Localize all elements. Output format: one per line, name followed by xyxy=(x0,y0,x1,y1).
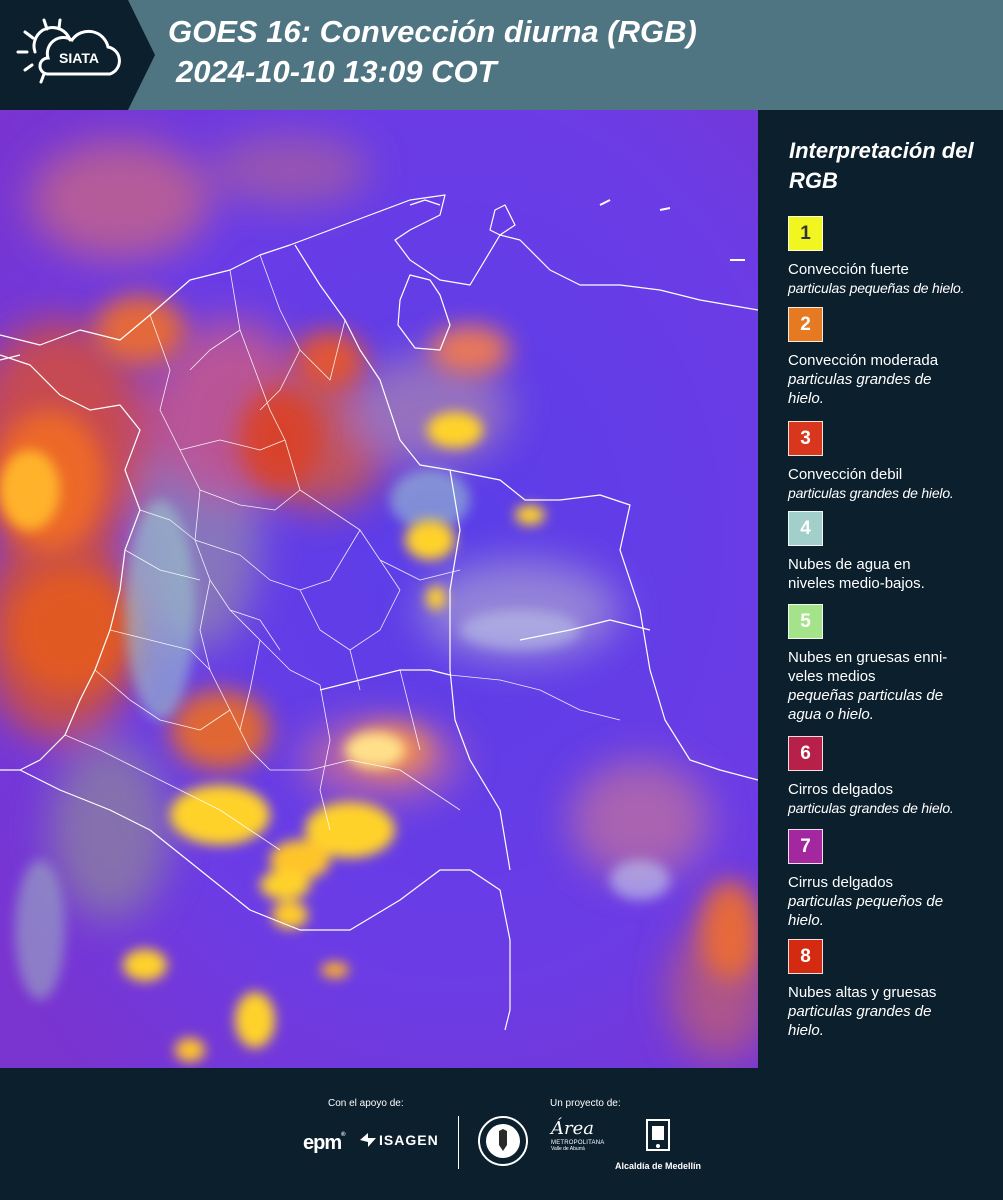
legend-item-7: 7 Cirrus delgados particulas pequeños de… xyxy=(788,829,993,930)
legend-swatch-4: 4 xyxy=(788,511,823,546)
alcaldia-medellin-logo: Alcaldía de Medellín xyxy=(612,1118,704,1171)
legend-item-4: 4 Nubes de agua en niveles medio-bajos. xyxy=(788,511,993,593)
page-timestamp: 2024-10-10 13:09 COT xyxy=(176,54,497,89)
legend-item-5: 5 Nubes en gruesas enni-veles medios peq… xyxy=(788,604,993,724)
antioquia-seal-icon xyxy=(478,1116,528,1166)
legend-item-8: 8 Nubes altas y gruesas particulas grand… xyxy=(788,939,993,1040)
legend-swatch-2: 2 xyxy=(788,307,823,342)
legend-label-3: Convección debil xyxy=(788,466,903,483)
legend-swatch-6: 6 xyxy=(788,736,823,771)
legend-item-3: 3 Convección debil particulas grandes de… xyxy=(788,421,993,503)
isagen-logo: ISAGEN xyxy=(360,1132,439,1148)
legend-label-8: Nubes altas y gruesas xyxy=(788,984,937,1001)
legend-item-2: 2 Convección moderada particulas grandes… xyxy=(788,307,993,408)
legend-title: Interpretación del RGB xyxy=(789,138,974,193)
legend-swatch-7: 7 xyxy=(788,829,823,864)
legend-label-7: Cirrus delgados xyxy=(788,874,894,891)
legend-label-6: Cirros delgados xyxy=(788,781,894,798)
epm-logo: epm® xyxy=(303,1132,346,1154)
legend-label-2: Convección moderada xyxy=(788,352,939,369)
legend-panel: Interpretación del RGB 1 Convección fuer… xyxy=(776,110,1000,1070)
legend-desc-5: pequeñas particulas de agua o hielo. xyxy=(788,687,944,723)
legend-desc-1: particulas pequeñas de hielo. xyxy=(788,280,965,296)
rgb-convection-image xyxy=(0,110,758,1068)
legend-swatch-3: 3 xyxy=(788,421,823,456)
siata-logo: SIATA xyxy=(0,0,160,110)
support-label: Con el apoyo de: xyxy=(328,1098,404,1109)
legend-label-4: Nubes de agua en niveles medio-bajos. xyxy=(788,556,925,592)
legend-label-5: Nubes en gruesas enni-veles medios xyxy=(788,649,948,685)
legend-item-6: 6 Cirros delgados particulas grandes de … xyxy=(788,736,993,818)
legend-label-1: Convección fuerte xyxy=(788,261,909,278)
project-label: Un proyecto de: xyxy=(550,1098,621,1109)
footer-divider xyxy=(458,1116,459,1169)
satellite-map[interactable] xyxy=(0,110,760,1070)
legend-swatch-8: 8 xyxy=(788,939,823,974)
siata-logo-text: SIATA xyxy=(59,50,99,66)
legend-item-1: 1 Convección fuerte particulas pequeñas … xyxy=(788,216,993,298)
page-title: GOES 16: Convección diurna (RGB) xyxy=(168,14,697,49)
legend-desc-8: particulas grandes de hielo. xyxy=(788,1003,932,1039)
legend-desc-3: particulas grandes de hielo. xyxy=(788,485,954,501)
footer: Con el apoyo de: Un proyecto de: epm® IS… xyxy=(0,1070,1003,1200)
legend-desc-2: particulas grandes de hielo. xyxy=(788,371,932,407)
legend-swatch-1: 1 xyxy=(788,216,823,251)
medellin-shield-icon xyxy=(646,1119,670,1151)
header-bar: SIATA GOES 16: Convección diurna (RGB) 2… xyxy=(0,0,1003,110)
legend-swatch-5: 5 xyxy=(788,604,823,639)
area-metropolitana-logo: Área METROPOLITANA Valle de Aburrá xyxy=(551,1118,605,1152)
isagen-icon xyxy=(360,1133,376,1147)
legend-desc-7: particulas pequeños de hielo. xyxy=(788,893,944,929)
legend-desc-6: particulas grandes de hielo. xyxy=(788,800,954,816)
